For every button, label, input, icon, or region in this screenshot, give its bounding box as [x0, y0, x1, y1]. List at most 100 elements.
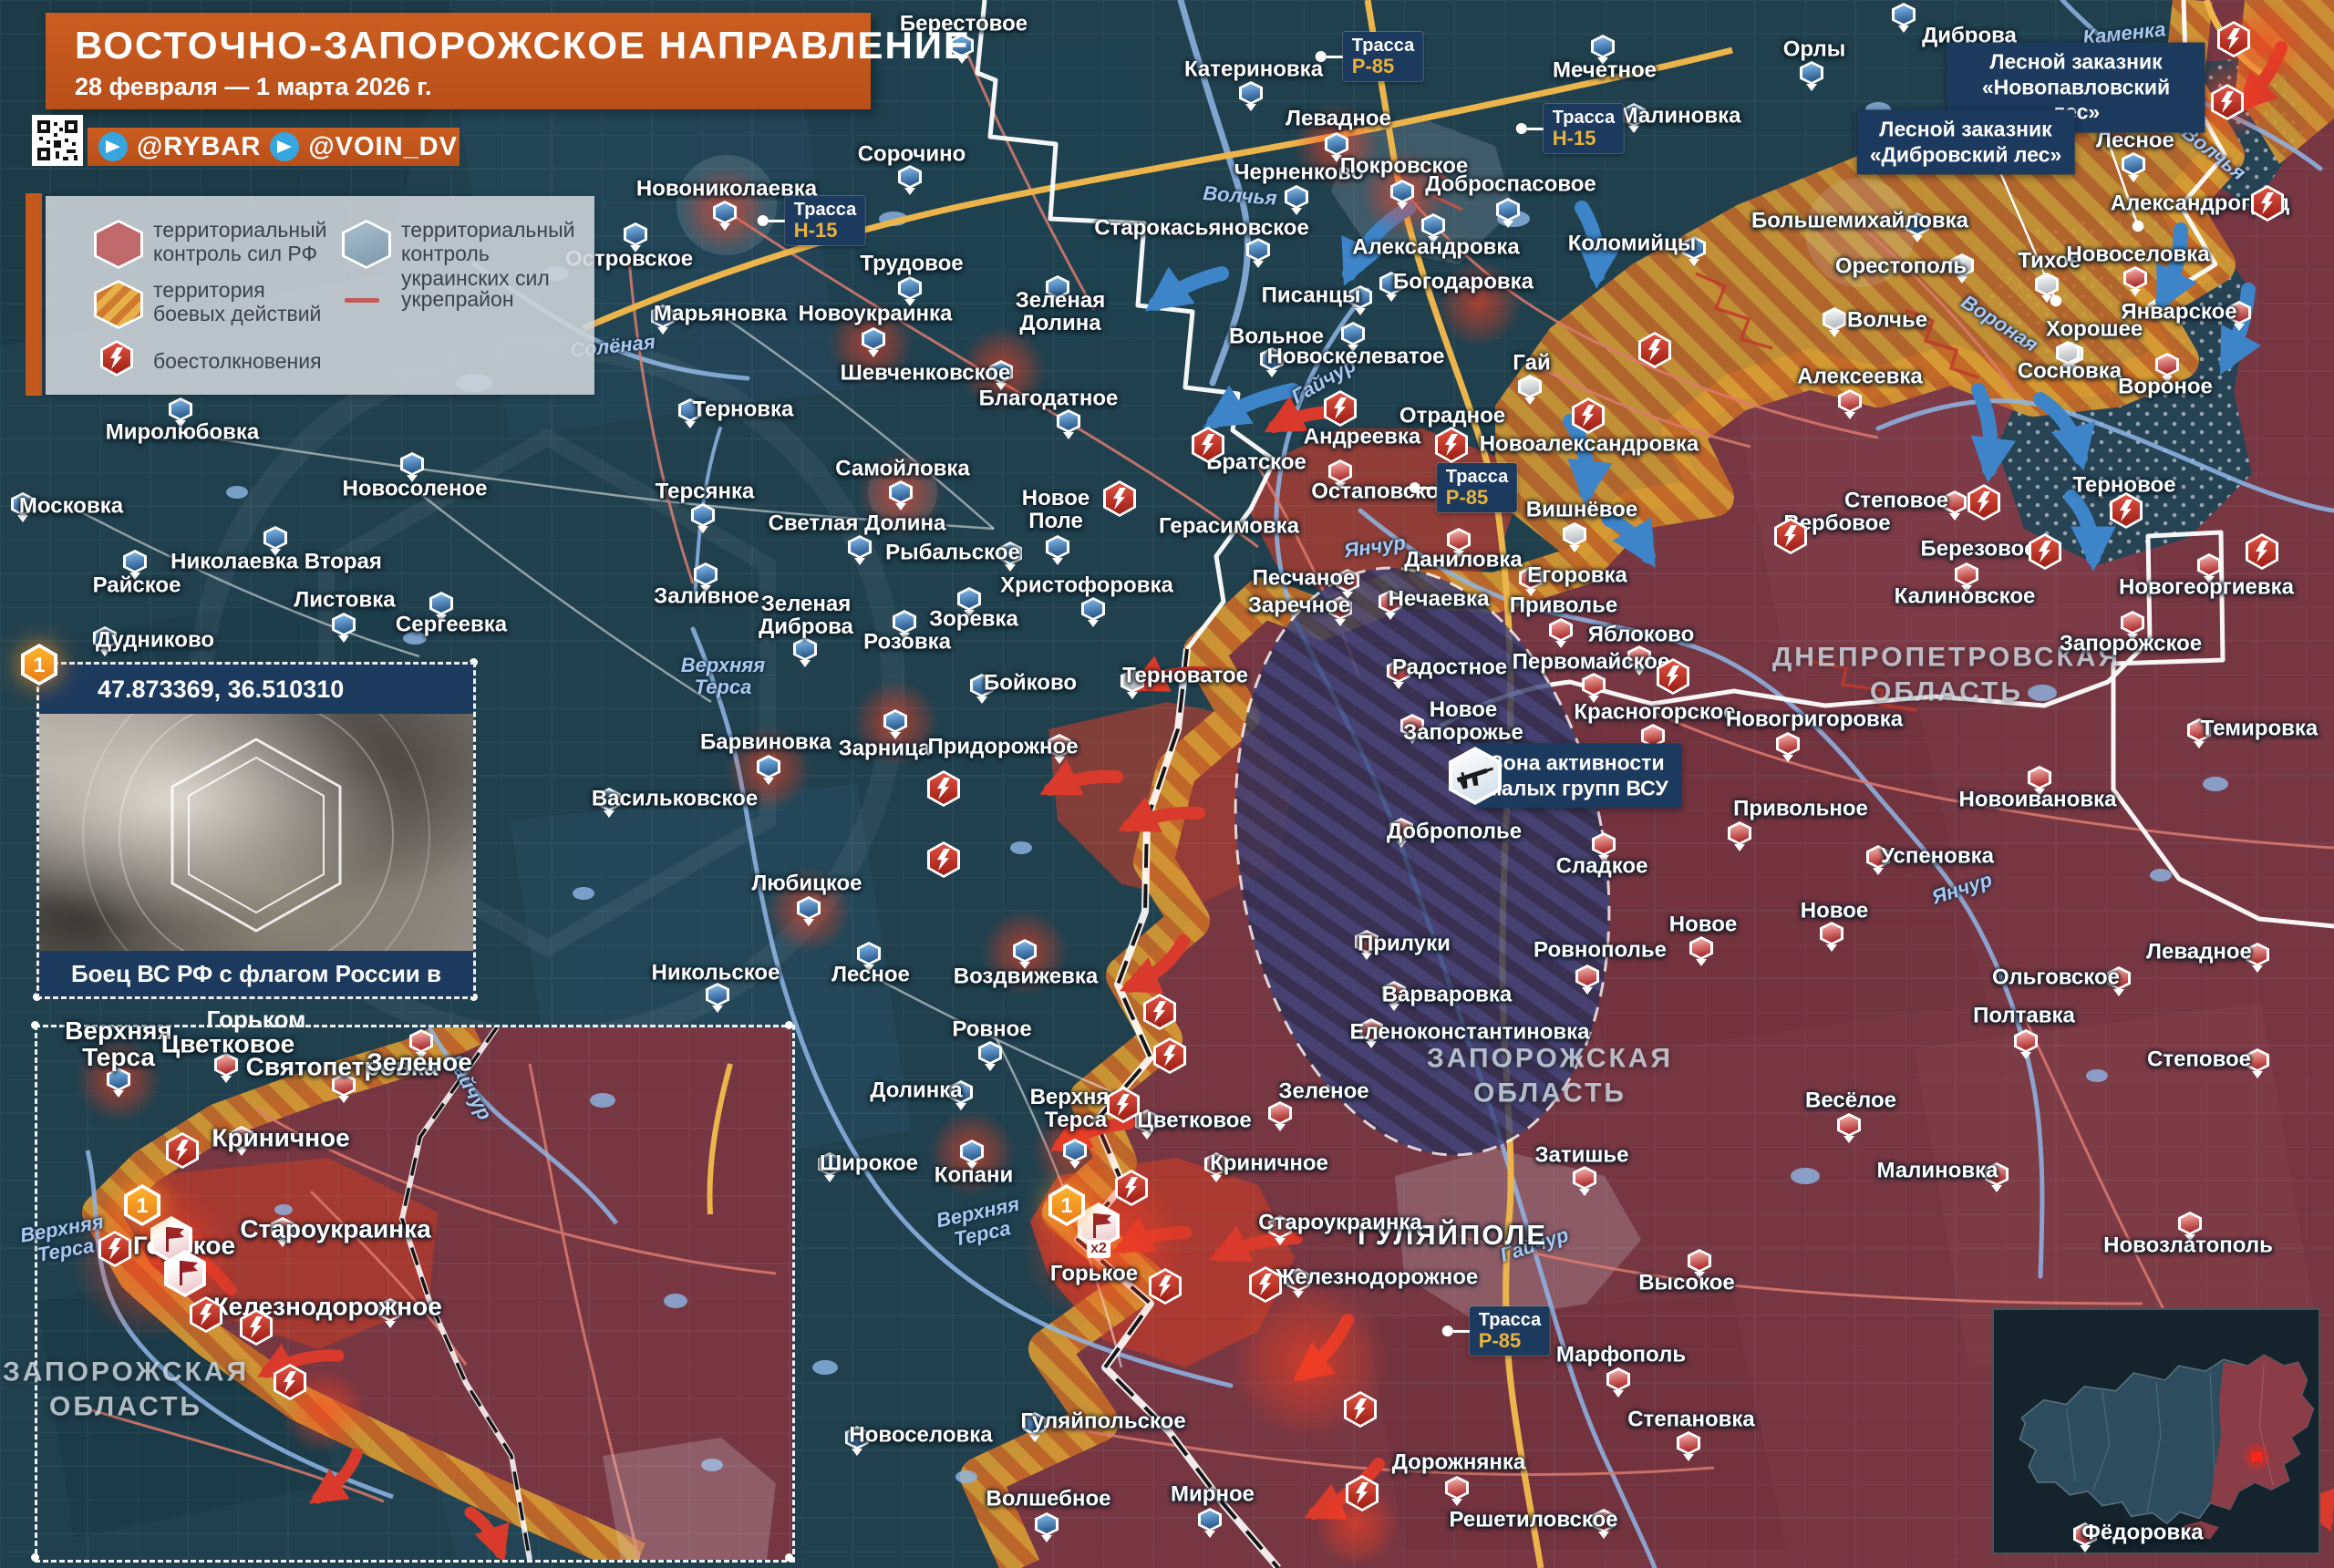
- settlement-label: Малиновка: [1877, 1161, 1998, 1183]
- settlement-label: Староукраинка: [1258, 1212, 1421, 1235]
- settlement-marker-ua: [1063, 1139, 1087, 1162]
- settlement-marker-ru: [1688, 1249, 1711, 1273]
- settlement-label: Первомайское: [1513, 652, 1670, 675]
- settlement-label: Зоревка: [929, 609, 1018, 632]
- settlement-label: Миролюбовка: [106, 422, 260, 445]
- settlement-label: Прилуки: [1358, 934, 1451, 956]
- settlement-label: Приволье: [1510, 595, 1618, 618]
- flag-count-badge: x2: [1087, 1240, 1110, 1258]
- settlement-label: Сергеевка: [396, 614, 507, 637]
- clash-icon: [1115, 1170, 1148, 1206]
- settlement-label: Герасимовка: [1159, 516, 1299, 539]
- settlement-label: Новоивановка: [1959, 789, 2117, 812]
- settlement-label: Воздвижевка: [954, 966, 1099, 989]
- settlement-marker-ru: [1445, 1476, 1469, 1500]
- settlement-label: Орестополь: [1835, 256, 1967, 279]
- settlement-label: Христофоровка: [1000, 575, 1173, 598]
- settlement-label: Орлы: [1783, 39, 1845, 62]
- highway-badge: ТрассаР-85: [1470, 1306, 1550, 1356]
- clash-icon: [1324, 390, 1357, 427]
- settlement-label: Писанцы: [1262, 285, 1361, 308]
- legend-clash-icon: [100, 340, 133, 377]
- clash-icon: [1143, 994, 1176, 1030]
- highway-badge-word: Трасса: [794, 200, 856, 220]
- settlement-label: Терсянка: [656, 481, 755, 504]
- clash-icon: [1153, 1037, 1186, 1074]
- settlement-marker-ru: [1549, 618, 1573, 642]
- settlement-marker-ru: [1575, 965, 1599, 988]
- settlement-label: Варваровка: [1382, 985, 1513, 1007]
- photo-caption: Боец ВС РФ с флагом России в Горьком: [39, 951, 473, 996]
- channel-rybar[interactable]: @RYBAR: [137, 132, 261, 162]
- settlement-label: Катериновка: [1184, 59, 1323, 82]
- clash-icon: [240, 1309, 273, 1346]
- settlement-label: Большемихайловка: [1751, 211, 1968, 233]
- settlement-label: Новое Поле: [1022, 488, 1090, 533]
- legend-rf-control-label: территориальный контроль сил РФ: [153, 218, 326, 266]
- settlement-label: Райское: [93, 575, 181, 598]
- settlement-label: Фёдоровка: [2081, 1522, 2203, 1545]
- highway-badge-number: Р-85: [1352, 56, 1414, 77]
- settlement-label: Полтавка: [1973, 1006, 2075, 1028]
- settlement-marker-ua: [263, 526, 287, 550]
- settlement-label: Цветковое: [1137, 1110, 1252, 1133]
- settlement-label: Сладкое: [1556, 856, 1648, 879]
- settlement-label: Левадное: [1286, 108, 1391, 131]
- settlement-marker-ru: [2197, 553, 2221, 577]
- river-label: Янчур: [1343, 531, 1408, 562]
- title-banner: ВОСТОЧНО-ЗАПОРОЖСКОЕ НАПРАВЛЕНИЕ 28 февр…: [46, 13, 871, 109]
- channel-voin-dv[interactable]: @VOIN_DV: [308, 132, 458, 162]
- settlement-marker-ua: [1892, 3, 1916, 26]
- clash-icon: [1967, 484, 2000, 521]
- settlement-label: Вишнёвое: [1526, 500, 1637, 522]
- settlement-label: Новосоленое: [343, 479, 488, 501]
- settlement-label: Гуляйпольское: [1020, 1411, 1185, 1434]
- settlement-label: Зеленая Долина: [1016, 290, 1106, 335]
- settlement-label: Верхняя Терса: [65, 1017, 172, 1070]
- clash-icon: [927, 770, 960, 807]
- settlement-label: Староукраинка: [240, 1215, 430, 1242]
- settlement-label: Терноватое: [1122, 665, 1248, 688]
- river-label: Волчья: [1203, 182, 1278, 210]
- clash-icon: [1435, 427, 1468, 463]
- legend-fortification-icon: [345, 298, 379, 303]
- settlement-label: Степановка: [1627, 1409, 1755, 1432]
- settlement-label: Железнодорожное: [1275, 1267, 1479, 1290]
- settlement-marker-ua: [848, 535, 872, 559]
- legend-ua-control-label: территориальный контроль украинских сил: [401, 218, 594, 290]
- rifle-icon: [1449, 747, 1502, 805]
- photo-badge: 1: [21, 644, 57, 686]
- settlement-label: Благодатное: [979, 388, 1119, 411]
- settlement-marker-ua: [400, 452, 424, 476]
- settlement-label: Радостное: [1392, 657, 1507, 680]
- settlement-label: Новоселовка: [2066, 244, 2209, 267]
- settlement-label: Заречное: [1248, 595, 1350, 618]
- settlement-label: Криничное: [1210, 1153, 1328, 1176]
- settlement-marker-ru: [1573, 1166, 1596, 1190]
- clash-icon: [274, 1364, 306, 1400]
- settlement-marker-ru: [1592, 832, 1616, 856]
- settlement-label: Даниловка: [1404, 550, 1522, 573]
- settlement-marker-ua: [1046, 535, 1069, 559]
- settlement-marker-ua: [123, 550, 147, 573]
- settlement-label: Зарница: [839, 738, 931, 761]
- settlement-label: Коломийцы: [1568, 233, 1697, 256]
- settlement-label: Алексеевка: [1797, 366, 1922, 389]
- clash-icon: [2029, 533, 2061, 570]
- settlement-label: Широкое: [820, 1153, 918, 1176]
- settlement-marker-gy: [1518, 375, 1542, 398]
- settlement-label: Копани: [935, 1165, 1013, 1188]
- settlement-marker-ru: [2014, 1029, 2038, 1053]
- settlement-label: Новозлатополь: [2103, 1235, 2273, 1258]
- settlement-label: Левадное: [2146, 942, 2252, 965]
- settlement-label: Вороное: [2118, 377, 2213, 399]
- settlement-label: Самойловка: [835, 459, 970, 481]
- settlement-marker-ua: [169, 397, 192, 421]
- settlement-label: Доброспасовое: [1425, 174, 1596, 197]
- legend-clash-label: боестолкновения: [153, 349, 322, 373]
- clash-icon: [166, 1132, 199, 1169]
- settlement-label: Темировка: [2201, 718, 2318, 741]
- settlement-label: Московка: [19, 496, 123, 519]
- settlement-marker-ua: [713, 201, 737, 224]
- photo-header: 1 47.873369, 36.510310: [39, 665, 473, 714]
